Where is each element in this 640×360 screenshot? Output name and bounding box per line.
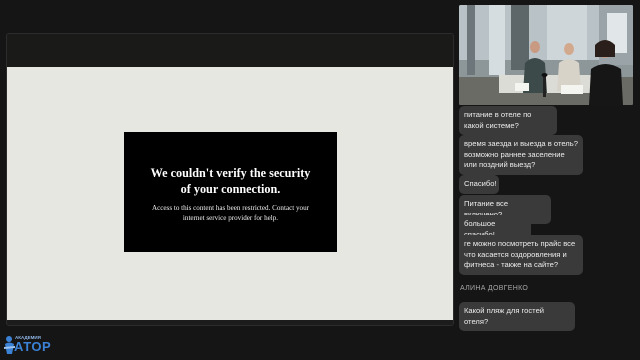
app-window: We couldn't verify the security of your …: [0, 0, 640, 360]
chat-message: время заезда и выезда в отель? возможно …: [459, 135, 583, 175]
presentation-top-bar: [7, 34, 453, 67]
logo-text: АТОР: [14, 339, 52, 354]
academy-ator-logo: АКАДЕМИЯ АТОР: [4, 334, 52, 356]
chat-message: Какой пляж для гостей отеля?: [459, 302, 575, 331]
error-message: Access to this content has been restrict…: [151, 204, 309, 222]
webcam-frame-image: [459, 5, 633, 105]
chat-message: питание в отеле по какой системе?: [459, 106, 557, 135]
error-heading: We couldn't verify the security of your …: [150, 166, 311, 196]
chat-message: Спасибо!: [459, 175, 499, 194]
connection-error-box: We couldn't verify the security of your …: [124, 132, 337, 252]
chat-message: ге можно посмотреть прайс все что касает…: [459, 235, 583, 275]
presentation-panel: We couldn't verify the security of your …: [6, 33, 454, 326]
chat-author-name: АЛИНА ДОВГЕНКО: [460, 285, 529, 292]
webcam-video[interactable]: [459, 5, 633, 105]
presentation-slide: We couldn't verify the security of your …: [7, 67, 453, 320]
